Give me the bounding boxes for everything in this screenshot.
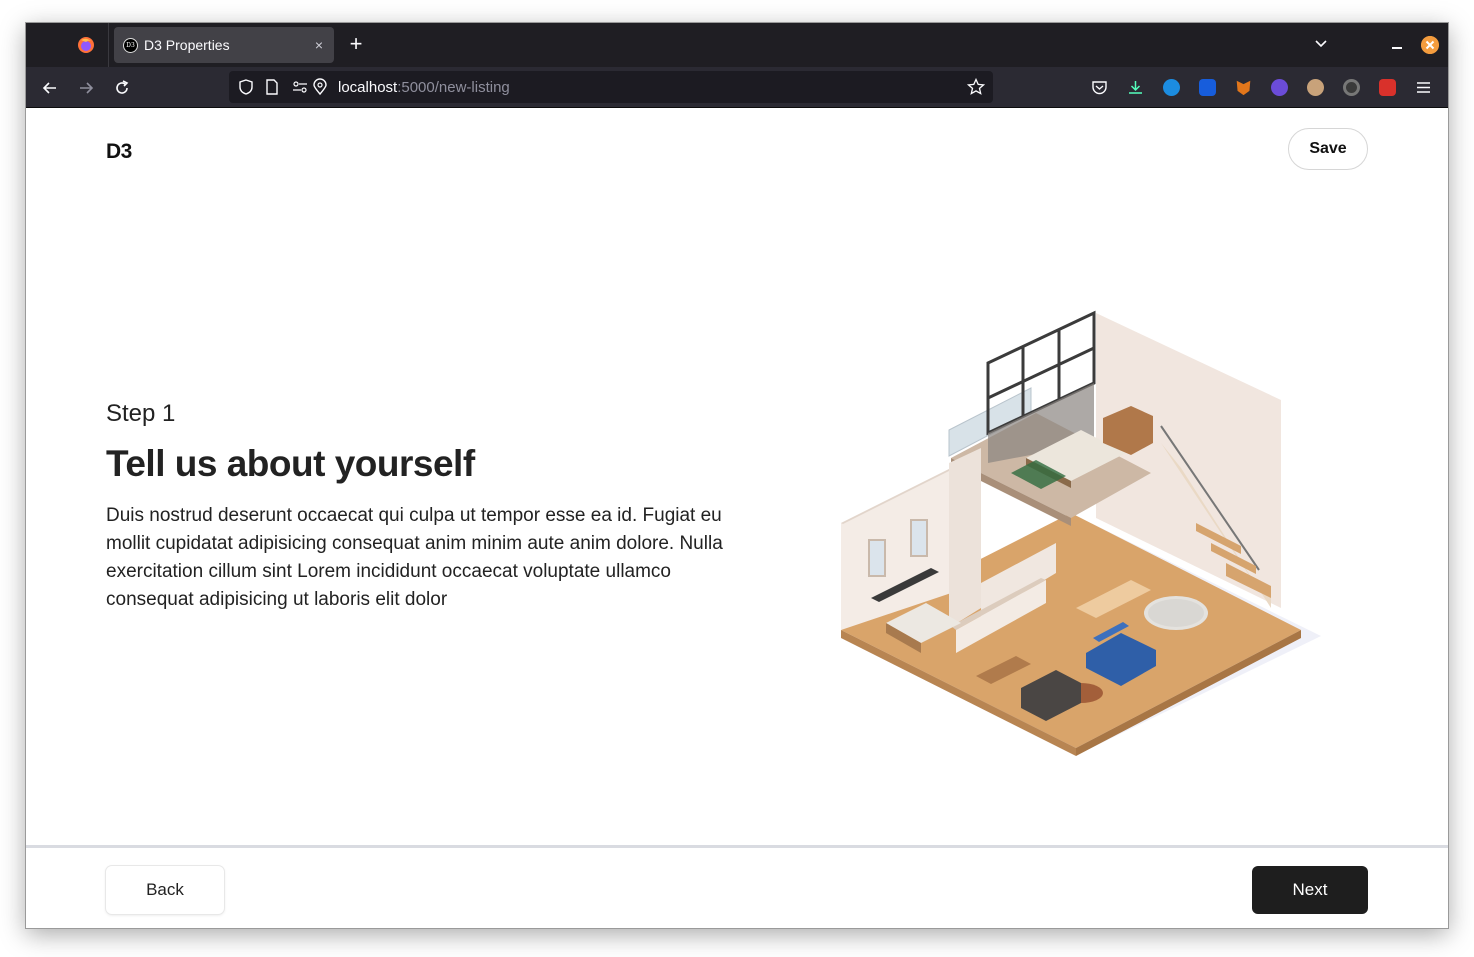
extension-purple-icon[interactable] <box>1271 79 1288 96</box>
page-content: D3 Save Step 1 Tell us about yourself Du… <box>26 108 1448 928</box>
extension-owl-icon[interactable] <box>1307 79 1324 96</box>
next-button[interactable]: Next <box>1252 866 1368 914</box>
pocket-icon[interactable] <box>1091 79 1108 96</box>
menu-icon[interactable] <box>1415 79 1432 96</box>
save-button[interactable]: Save <box>1288 128 1368 170</box>
bitwarden-icon[interactable] <box>1199 79 1216 96</box>
tab-close-icon[interactable]: × <box>311 37 327 53</box>
back-arrow-icon[interactable] <box>41 79 59 97</box>
metamask-icon[interactable] <box>1236 80 1251 96</box>
page-title: Tell us about yourself <box>106 443 475 484</box>
new-tab-button[interactable]: + <box>346 33 366 55</box>
permissions-icon[interactable] <box>292 79 308 95</box>
reload-icon[interactable] <box>113 79 131 97</box>
brand-logo[interactable]: D3 <box>106 140 132 164</box>
title-bar: D3 D3 Properties × + <box>26 23 1448 67</box>
back-button[interactable]: Back <box>106 866 224 914</box>
tab-d3-properties[interactable]: D3 D3 Properties × <box>114 27 334 63</box>
chevron-down-icon[interactable] <box>1313 35 1329 51</box>
footer-divider <box>26 845 1448 848</box>
extension-blue-icon[interactable] <box>1163 79 1180 96</box>
tab-favicon-icon: D3 <box>123 38 138 53</box>
url-text[interactable]: localhost:5000/new-listing <box>338 79 510 96</box>
step-description: Duis nostrud deserunt occaecat qui culpa… <box>106 505 723 610</box>
url-bar[interactable]: localhost:5000/new-listing <box>229 71 993 103</box>
extension-dark-icon[interactable] <box>1343 79 1360 96</box>
close-window-icon[interactable] <box>1421 36 1439 54</box>
minimize-icon[interactable] <box>1390 35 1404 55</box>
isometric-apartment-illustration <box>841 310 1321 756</box>
url-host: localhost <box>338 79 398 96</box>
navigation-toolbar: localhost:5000/new-listing <box>26 67 1448 108</box>
browser-window: D3 D3 Properties × + localhost:5000/new-… <box>26 23 1448 928</box>
extension-red-icon[interactable] <box>1379 79 1396 96</box>
tab-title: D3 Properties <box>144 37 230 53</box>
location-icon[interactable] <box>312 78 328 96</box>
forward-arrow-icon[interactable] <box>77 79 95 97</box>
tab-separator <box>108 23 109 67</box>
page-icon[interactable] <box>264 78 280 96</box>
downloads-icon[interactable] <box>1127 79 1144 96</box>
bookmark-star-icon[interactable] <box>967 78 985 96</box>
shield-icon[interactable] <box>237 78 255 96</box>
url-path: :5000/new-listing <box>397 79 510 96</box>
firefox-icon[interactable] <box>77 36 95 54</box>
step-label: Step 1 <box>106 400 176 427</box>
